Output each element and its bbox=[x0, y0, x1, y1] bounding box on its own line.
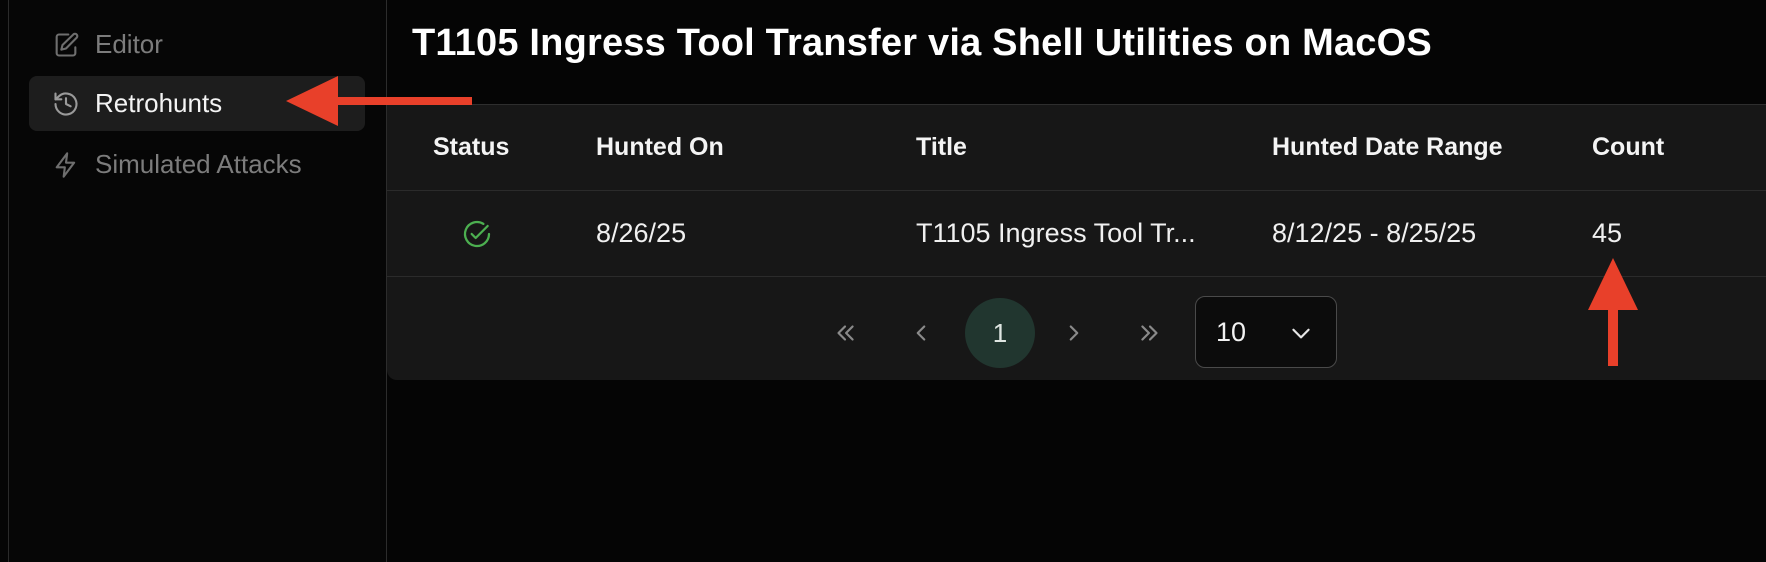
history-icon bbox=[51, 89, 81, 119]
column-header-title[interactable]: Title bbox=[916, 105, 967, 190]
chevron-left-icon bbox=[916, 325, 926, 341]
sidebar-item-label: Retrohunts bbox=[95, 88, 223, 118]
edit-icon bbox=[51, 30, 81, 60]
sidebar-item-label: Simulated Attacks bbox=[95, 149, 302, 179]
column-header-hunted-on[interactable]: Hunted On bbox=[596, 105, 724, 190]
sidebar: Editor Retrohunts Simulated Attacks bbox=[9, 0, 387, 562]
cell-hunted-date-range: 8/12/25 - 8/25/25 bbox=[1272, 218, 1477, 248]
pagination: 1 10 bbox=[387, 277, 1766, 380]
last-page-button[interactable] bbox=[1115, 298, 1185, 368]
next-page-button[interactable] bbox=[1039, 298, 1109, 368]
page-size-select[interactable]: 10 bbox=[1195, 296, 1337, 368]
cell-hunted-on: 8/26/25 bbox=[596, 218, 687, 248]
previous-page-button[interactable] bbox=[886, 298, 956, 368]
column-header-status[interactable]: Status bbox=[433, 105, 509, 190]
page-button-current[interactable]: 1 bbox=[965, 298, 1035, 368]
retrohunts-table: Status Hunted On Title Hunted Date Range… bbox=[387, 105, 1766, 380]
sidebar-item-label: Editor bbox=[95, 29, 163, 59]
column-header-count[interactable]: Count bbox=[1592, 105, 1664, 190]
sidebar-item-simulated-attacks[interactable]: Simulated Attacks bbox=[29, 137, 365, 192]
sidebar-item-retrohunts[interactable]: Retrohunts bbox=[29, 76, 365, 131]
lightning-icon bbox=[51, 150, 81, 180]
table-header: Status Hunted On Title Hunted Date Range… bbox=[387, 105, 1766, 191]
page-title: T1105 Ingress Tool Transfer via Shell Ut… bbox=[412, 22, 1432, 64]
cell-count: 45 bbox=[1592, 218, 1623, 248]
sidebar-item-editor[interactable]: Editor bbox=[29, 17, 365, 72]
double-chevron-right-icon bbox=[1141, 325, 1158, 341]
page-size-value: 10 bbox=[1216, 316, 1247, 347]
chevron-down-icon bbox=[1292, 328, 1310, 339]
chevron-right-icon bbox=[1069, 325, 1079, 341]
column-header-hunted-date-range[interactable]: Hunted Date Range bbox=[1272, 105, 1503, 190]
cell-title: T1105 Ingress Tool Tr... bbox=[916, 218, 1196, 248]
double-chevron-left-icon bbox=[837, 325, 854, 341]
status-completed-icon bbox=[461, 191, 493, 276]
table-row[interactable]: 8/26/25 T1105 Ingress Tool Tr... 8/12/25… bbox=[387, 191, 1766, 277]
first-page-button[interactable] bbox=[810, 298, 880, 368]
main-content: T1105 Ingress Tool Transfer via Shell Ut… bbox=[387, 0, 1766, 562]
